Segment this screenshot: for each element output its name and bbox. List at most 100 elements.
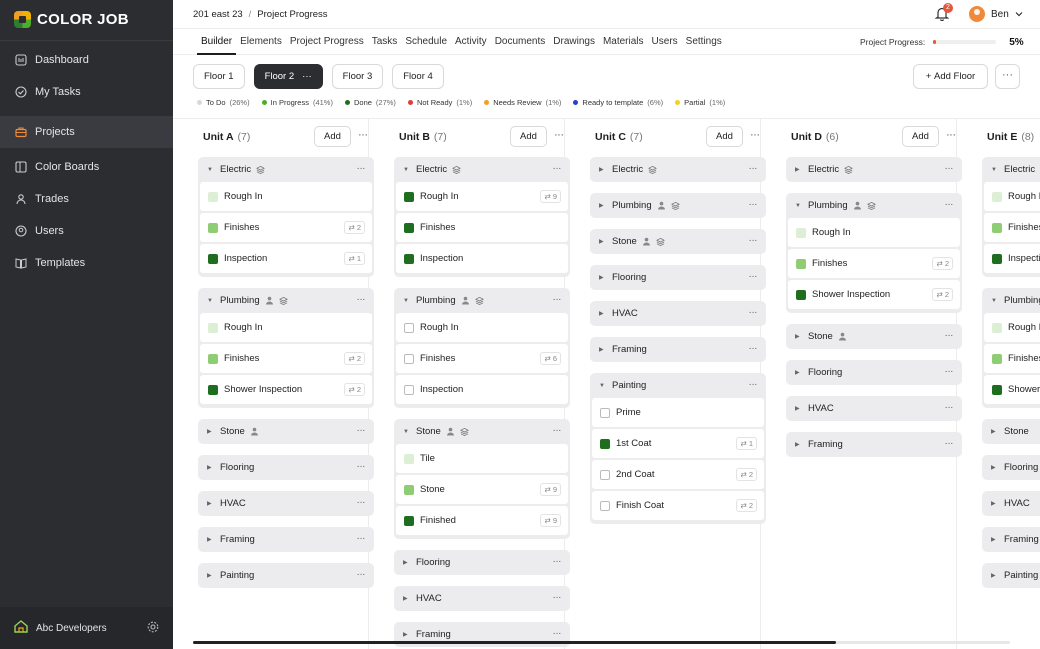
more-icon[interactable]: ···	[945, 402, 954, 413]
horizontal-scrollbar[interactable]	[193, 641, 1010, 644]
trade-group-header[interactable]: ▼Plumbing···	[394, 288, 570, 313]
more-icon[interactable]: ···	[553, 294, 562, 305]
more-icon[interactable]: ···	[749, 343, 758, 354]
trade-group-header[interactable]: ▶HVAC···	[982, 491, 1040, 516]
caret-right-icon[interactable]: ▶	[795, 166, 803, 173]
status-swatch[interactable]	[208, 384, 218, 395]
trade-group-header[interactable]: ▶Stone···	[198, 419, 374, 444]
tab-elements[interactable]: Elements	[236, 29, 286, 55]
tab-documents[interactable]: Documents	[491, 29, 550, 55]
more-icon[interactable]: ···	[749, 307, 758, 318]
task-item[interactable]: Inspection	[396, 244, 568, 273]
caret-right-icon[interactable]: ▶	[991, 464, 999, 471]
tab-tasks[interactable]: Tasks	[368, 29, 402, 55]
status-swatch[interactable]	[600, 407, 610, 418]
trade-group-header[interactable]: ▶ Flooring ···	[590, 265, 766, 290]
trade-group-header[interactable]: ▶ Flooring ···	[786, 360, 962, 385]
more-icon[interactable]: ···	[358, 129, 368, 141]
trade-group-header[interactable]: ▶Stone···	[786, 324, 962, 349]
task-item[interactable]: 2nd Coat ⇄ 2	[592, 460, 764, 489]
more-icon[interactable]: ···	[357, 533, 366, 544]
task-item[interactable]: Finishes	[984, 344, 1040, 373]
task-item[interactable]: Rough In ⇄ 9	[396, 182, 568, 211]
status-swatch[interactable]	[796, 289, 806, 300]
trade-group-header[interactable]: ▶HVAC···	[198, 491, 374, 516]
task-item[interactable]: Tile	[396, 444, 568, 473]
trade-group-header[interactable]: ▼Plumbing···	[786, 193, 962, 218]
caret-right-icon[interactable]: ▶	[991, 500, 999, 507]
trade-group-header[interactable]: ▶Painting···	[982, 563, 1040, 588]
tab-schedule[interactable]: Schedule	[401, 29, 451, 55]
caret-right-icon[interactable]: ▶	[403, 631, 411, 638]
add-task-button[interactable]: Add	[314, 126, 351, 147]
tab-activity[interactable]: Activity	[451, 29, 491, 55]
task-item[interactable]: Rough In	[200, 313, 372, 342]
status-swatch[interactable]	[992, 222, 1002, 233]
more-icon[interactable]: ···	[553, 556, 562, 567]
task-item[interactable]: Finishes	[984, 213, 1040, 242]
trade-group-header[interactable]: ▼Electric···	[198, 157, 374, 182]
sidebar-item-trades[interactable]: Trades	[0, 183, 173, 215]
task-item[interactable]: Inspection ⇄ 1	[200, 244, 372, 273]
status-swatch[interactable]	[404, 384, 414, 395]
more-icon[interactable]: ···	[357, 294, 366, 305]
caret-down-icon[interactable]: ▼	[795, 203, 803, 209]
caret-right-icon[interactable]: ▶	[207, 428, 215, 435]
caret-down-icon[interactable]: ▼	[599, 383, 607, 389]
task-item[interactable]: Finishes	[396, 213, 568, 242]
status-swatch[interactable]	[992, 353, 1002, 364]
caret-right-icon[interactable]: ▶	[991, 428, 999, 435]
trade-group-header[interactable]: ▶HVAC···	[590, 301, 766, 326]
caret-down-icon[interactable]: ▼	[403, 167, 411, 173]
task-item[interactable]: Rough In	[788, 218, 960, 247]
status-swatch[interactable]	[404, 453, 414, 464]
trade-group-header[interactable]: ▼Electric···	[394, 157, 570, 182]
more-icon[interactable]: ···	[554, 129, 564, 141]
caret-down-icon[interactable]: ▼	[991, 167, 999, 173]
status-swatch[interactable]	[208, 253, 218, 264]
sidebar-item-dashboard[interactable]: Dashboard	[0, 44, 173, 76]
more-icon[interactable]: ···	[749, 379, 758, 390]
caret-right-icon[interactable]: ▶	[207, 536, 215, 543]
trade-group-header[interactable]: ▼Plumbing···	[982, 288, 1040, 313]
more-icon[interactable]: ···	[553, 163, 562, 174]
more-icon[interactable]: ···	[945, 438, 954, 449]
more-icon[interactable]: ···	[553, 592, 562, 603]
trade-group-header[interactable]: ▼Electric···	[982, 157, 1040, 182]
task-item[interactable]: Finishes ⇄ 6	[396, 344, 568, 373]
trade-group-header[interactable]: ▶Stone···	[982, 419, 1040, 444]
scrollbar-thumb[interactable]	[193, 641, 836, 644]
caret-right-icon[interactable]: ▶	[795, 441, 803, 448]
status-swatch[interactable]	[404, 515, 414, 526]
more-icon[interactable]: ···	[945, 330, 954, 341]
status-swatch[interactable]	[992, 253, 1002, 264]
tab-drawings[interactable]: Drawings	[549, 29, 599, 55]
trade-group-header[interactable]: ▶ Flooring ···	[198, 455, 374, 480]
caret-down-icon[interactable]: ▼	[403, 429, 411, 435]
caret-right-icon[interactable]: ▶	[599, 274, 607, 281]
tab-builder[interactable]: Builder	[197, 29, 237, 55]
trade-group-header[interactable]: ▶ Framing ···	[786, 432, 962, 457]
caret-right-icon[interactable]: ▶	[403, 595, 411, 602]
caret-right-icon[interactable]: ▶	[795, 405, 803, 412]
trade-group-header[interactable]: ▶ Electric ···	[590, 157, 766, 182]
more-icon[interactable]: ···	[357, 163, 366, 174]
sidebar-item-color-boards[interactable]: Color Boards	[0, 151, 173, 183]
add-task-button[interactable]: Add	[902, 126, 939, 147]
more-icon[interactable]: ···	[945, 163, 954, 174]
more-icon[interactable]: ···	[302, 71, 312, 82]
trade-group-header[interactable]: ▶Painting···	[198, 563, 374, 588]
more-icon[interactable]: ···	[749, 271, 758, 282]
floor-tab-3[interactable]: Floor 3	[331, 64, 384, 89]
more-icon[interactable]: ···	[357, 425, 366, 436]
caret-right-icon[interactable]: ▶	[599, 238, 607, 245]
caret-right-icon[interactable]: ▶	[795, 333, 803, 340]
status-swatch[interactable]	[208, 222, 218, 233]
status-swatch[interactable]	[992, 384, 1002, 395]
status-swatch[interactable]	[404, 322, 414, 333]
trade-group-header[interactable]: ▶ Framing ···	[590, 337, 766, 362]
more-icon[interactable]: ···	[553, 628, 562, 639]
add-floor-button[interactable]: + Add Floor	[913, 64, 988, 89]
user-menu[interactable]: Ben	[969, 6, 1023, 22]
task-item[interactable]: Inspection	[984, 244, 1040, 273]
